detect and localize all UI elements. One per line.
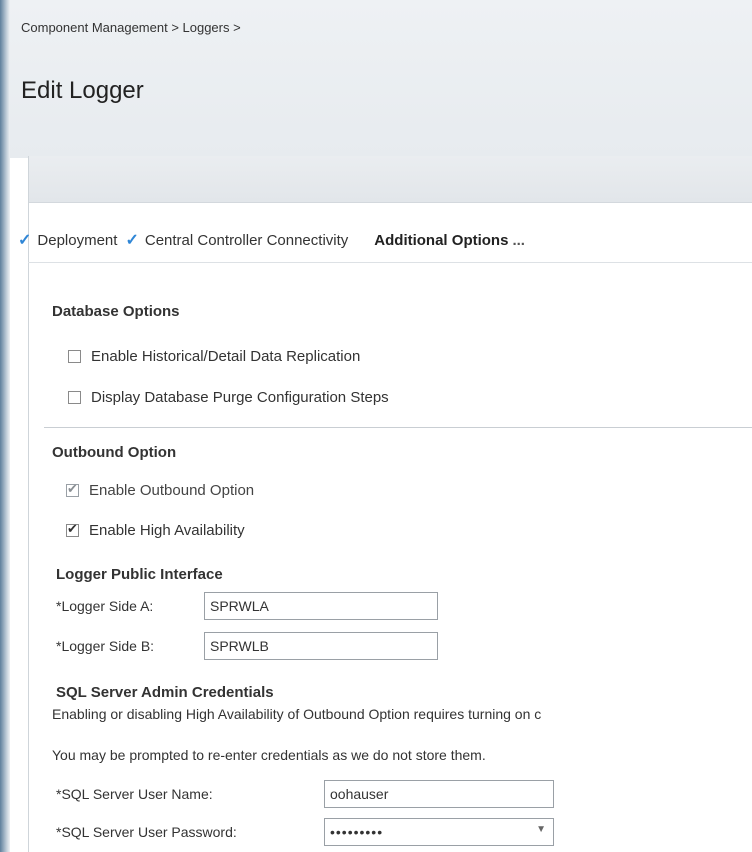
sql-password-row: *SQL Server User Password: ▼ xyxy=(56,818,554,846)
logger-side-a-label: *Logger Side A: xyxy=(56,598,154,614)
sql-password-input[interactable] xyxy=(324,818,554,846)
enable-outbound-option-checkbox[interactable]: Enable Outbound Option xyxy=(66,481,255,499)
wizard-steps: ✓ Deployment ✓ Central Controller Connec… xyxy=(18,230,533,250)
logger-side-a-row: *Logger Side A: xyxy=(56,592,438,620)
step-additional-options[interactable]: Additional Options ... xyxy=(374,232,525,249)
checkbox-label: Enable High Availability xyxy=(89,522,245,539)
sql-credentials-title: SQL Server Admin Credentials xyxy=(56,684,274,701)
display-purge-steps-checkbox[interactable]: Display Database Purge Configuration Ste… xyxy=(68,389,389,406)
credentials-note: You may be prompted to re-enter credenti… xyxy=(52,747,486,763)
step-label: Deployment xyxy=(37,231,118,249)
checkbox-box[interactable] xyxy=(68,350,81,363)
window-edge xyxy=(0,0,10,852)
database-options-title: Database Options xyxy=(52,303,180,320)
card-toolbar xyxy=(29,156,752,203)
sql-username-input[interactable] xyxy=(324,780,554,808)
page-header: Component Management > Loggers > Edit Lo… xyxy=(10,0,752,158)
checkbox-box[interactable] xyxy=(68,391,81,404)
step-deployment[interactable]: ✓ Deployment xyxy=(18,230,117,250)
password-field-wrap: ▼ xyxy=(324,818,554,846)
step-label: Central Controller Connectivity xyxy=(144,231,349,249)
logger-side-a-input[interactable] xyxy=(204,592,438,620)
outbound-option-title: Outbound Option xyxy=(52,444,177,461)
steps-more: ... xyxy=(512,231,525,249)
logger-side-b-row: *Logger Side B: xyxy=(56,632,438,660)
enable-high-availability-checkbox[interactable]: Enable High Availability xyxy=(66,521,245,539)
dropdown-icon[interactable]: ▼ xyxy=(536,824,546,835)
sql-password-label: *SQL Server User Password: xyxy=(56,824,237,840)
enable-historical-replication-checkbox[interactable]: Enable Historical/Detail Data Replicatio… xyxy=(68,348,360,365)
steps-divider xyxy=(28,262,752,263)
checkbox-box[interactable] xyxy=(66,521,79,537)
check-icon: ✓ xyxy=(18,232,32,249)
high-availability-note: Enabling or disabling High Availability … xyxy=(52,706,542,722)
logger-side-b-label: *Logger Side B: xyxy=(56,638,155,654)
logger-public-interface-title: Logger Public Interface xyxy=(56,566,223,583)
breadcrumb[interactable]: Component Management > Loggers > xyxy=(21,20,241,35)
checkbox-box[interactable] xyxy=(66,481,79,497)
section-divider xyxy=(44,427,752,428)
checkbox-label: Display Database Purge Configuration Ste… xyxy=(91,389,389,406)
check-icon: ✓ xyxy=(125,232,139,249)
sql-username-row: *SQL Server User Name: xyxy=(56,780,554,808)
page-title: Edit Logger xyxy=(21,77,144,104)
checkbox-label: Enable Historical/Detail Data Replicatio… xyxy=(91,348,361,365)
checkbox-label: Enable Outbound Option xyxy=(89,482,255,499)
step-label: Additional Options xyxy=(374,231,509,249)
sql-username-label: *SQL Server User Name: xyxy=(56,786,213,802)
step-central-controller-connectivity[interactable]: ✓ Central Controller Connectivity xyxy=(125,230,348,250)
logger-side-b-input[interactable] xyxy=(204,632,438,660)
